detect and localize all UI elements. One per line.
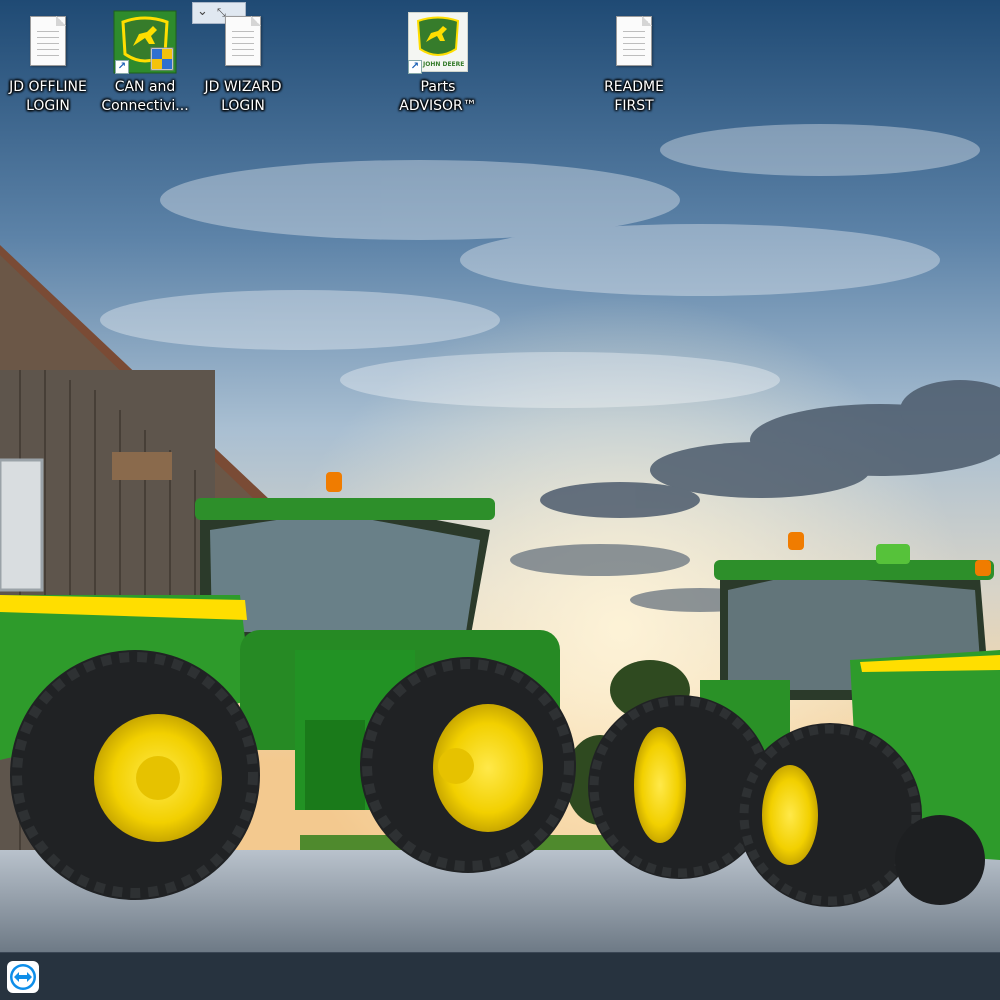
desktop-wallpaper xyxy=(0,0,1000,952)
john-deere-parts-advisor-icon: JOHN DEERE ↗ xyxy=(406,10,470,74)
desktop-icon-label: CAN and Connectivi... xyxy=(101,79,189,114)
parts-advisor-tile-text: JOHN DEERE xyxy=(423,61,465,68)
teamviewer-icon xyxy=(7,961,39,993)
desktop-icon-label: README FIRST xyxy=(604,79,664,114)
desktop-icon-label: Parts ADVISOR™ xyxy=(399,79,477,114)
desktop-icon-readme-first[interactable]: README FIRST xyxy=(589,10,679,116)
desktop-icon-jd-offline-login[interactable]: JD OFFLINE LOGIN xyxy=(3,10,93,116)
desktop-icon-label: JD WIZARD LOGIN xyxy=(204,79,282,114)
desktop-icon-label: JD OFFLINE LOGIN xyxy=(9,79,87,114)
desktop-icon-can-connectivity[interactable]: ↗ CAN and Connectivi... xyxy=(100,10,190,116)
shortcut-arrow-icon: ↗ xyxy=(408,60,422,74)
taskbar xyxy=(0,952,1000,1000)
text-document-icon xyxy=(602,10,666,74)
taskbar-teamviewer-button[interactable] xyxy=(6,961,40,993)
shortcut-arrow-icon: ↗ xyxy=(115,60,129,74)
desktop-icon-parts-advisor[interactable]: JOHN DEERE ↗ Parts ADVISOR™ xyxy=(393,10,483,116)
text-document-icon xyxy=(211,10,275,74)
desktop-icon-jd-wizard-login[interactable]: JD WIZARD LOGIN xyxy=(198,10,288,116)
john-deere-can-icon: ↗ xyxy=(113,10,177,74)
text-document-icon xyxy=(16,10,80,74)
